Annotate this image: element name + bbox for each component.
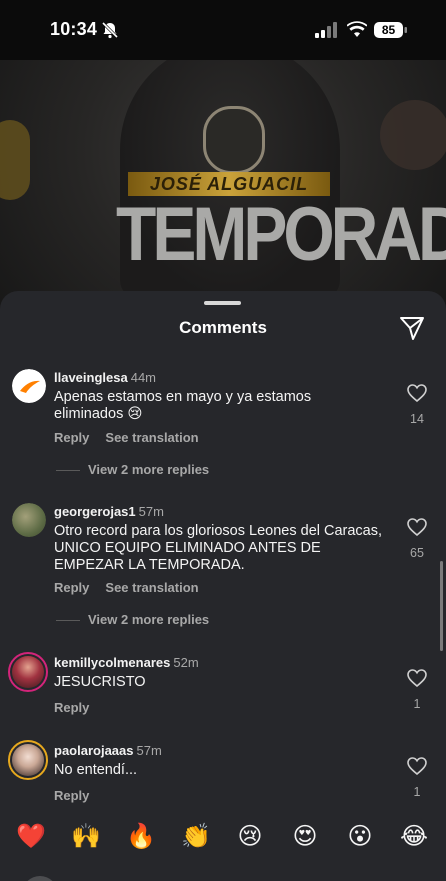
silent-bell-icon [101, 21, 119, 39]
username-text[interactable]: paolarojaaas [54, 743, 134, 758]
reply-button[interactable]: Reply [54, 700, 89, 715]
see-translation-link[interactable]: See translation [105, 430, 198, 445]
avatar-image [12, 369, 46, 403]
current-user-avatar [22, 876, 58, 881]
username-text[interactable]: georgerojas1 [54, 504, 136, 519]
see-translation-link[interactable]: See translation [105, 580, 198, 595]
wifi-icon [347, 21, 367, 37]
comment-username[interactable]: kemillycolmenares 52m [54, 655, 199, 670]
comment-time: 57m [136, 743, 162, 758]
reply-button[interactable]: Reply [54, 580, 89, 595]
emoji-reaction-bar: ❤️ 🙌 🔥 👏 😢 😍 😮 😂 [0, 818, 446, 868]
username-text[interactable]: llaveinglesa [54, 370, 128, 385]
video-title-text: TEMPORADA [116, 191, 446, 277]
emoji-surprised-button[interactable]: 😮 [342, 818, 378, 854]
comment-text: Apenas estamos en mayo y ya estamos elim… [54, 389, 312, 422]
status-time: 10:34 [50, 19, 98, 39]
username-text[interactable]: kemillycolmenares [54, 655, 170, 670]
comment-text: Otro record para los gloriosos Leones de… [54, 523, 383, 573]
comment-username[interactable]: llaveinglesa 44m [54, 370, 156, 385]
comment-text: JESUCRISTO [54, 674, 146, 690]
reply-button[interactable]: Reply [54, 430, 89, 445]
like-count: 14 [410, 412, 424, 426]
avatar[interactable] [12, 369, 46, 403]
heart-icon[interactable] [407, 669, 427, 687]
mclaren-logo-icon [20, 380, 40, 393]
emoji-fire-button[interactable]: 🔥 [123, 818, 159, 854]
video-light-left [0, 120, 30, 200]
comment-actions: Reply [54, 700, 105, 715]
heart-icon[interactable] [407, 518, 427, 536]
scrollbar[interactable] [440, 561, 443, 651]
heart-icon[interactable] [407, 757, 427, 775]
like-count: 1 [413, 785, 421, 799]
video-hand [380, 100, 446, 170]
avatar[interactable] [8, 652, 48, 692]
avatar-image [12, 656, 44, 688]
emoji-crying-button[interactable]: 😢 [232, 818, 268, 854]
heart-icon[interactable] [407, 384, 427, 402]
comment-time: 52m [173, 655, 199, 670]
comment-time: 57m [138, 504, 164, 519]
avatar[interactable] [12, 503, 46, 537]
emoji-laughing-button[interactable]: 😂 [396, 818, 432, 854]
view-more-replies[interactable]: View 2 more replies [56, 462, 209, 477]
comment-actions: Reply See translation [54, 430, 215, 445]
team-emblem-logo [203, 106, 265, 174]
sheet-grabber-handle[interactable] [204, 301, 241, 305]
comment-text: No entendí... [54, 762, 138, 778]
avatar-image [12, 503, 46, 537]
replies-divider [56, 470, 80, 472]
replies-divider [56, 620, 80, 622]
comment-username[interactable]: georgerojas1 57m [54, 504, 164, 519]
avatar[interactable] [8, 740, 48, 780]
battery-level: 85 [381, 23, 396, 37]
view-replies-text[interactable]: View 2 more replies [88, 612, 209, 627]
comment-actions: Reply See translation [54, 580, 215, 595]
emoji-clap-button[interactable]: 👏 [178, 818, 214, 854]
comments-title: Comments [179, 318, 267, 337]
comments-sheet: Comments llaveinglesa 44m Apenas estamos … [0, 291, 446, 881]
comment-time: 44m [130, 370, 157, 385]
comment-username[interactable]: paolarojaaas 57m [54, 743, 162, 758]
emoji-heart-eyes-button[interactable]: 😍 [287, 818, 323, 854]
share-send-icon[interactable] [399, 315, 425, 341]
avatar-image [12, 744, 44, 776]
comment-actions: Reply [54, 788, 105, 803]
emoji-heart-button[interactable]: ❤️ [13, 818, 49, 854]
view-replies-text[interactable]: View 2 more replies [88, 462, 209, 477]
reply-button[interactable]: Reply [54, 788, 89, 803]
cellular-signal-icon [315, 22, 337, 38]
status-bar: 10:34 85 [0, 0, 446, 60]
battery-indicator: 85 [374, 21, 408, 39]
like-count: 1 [413, 697, 421, 711]
like-count: 65 [410, 546, 424, 560]
emoji-raised-hands-button[interactable]: 🙌 [68, 818, 104, 854]
view-more-replies[interactable]: View 2 more replies [56, 612, 209, 627]
